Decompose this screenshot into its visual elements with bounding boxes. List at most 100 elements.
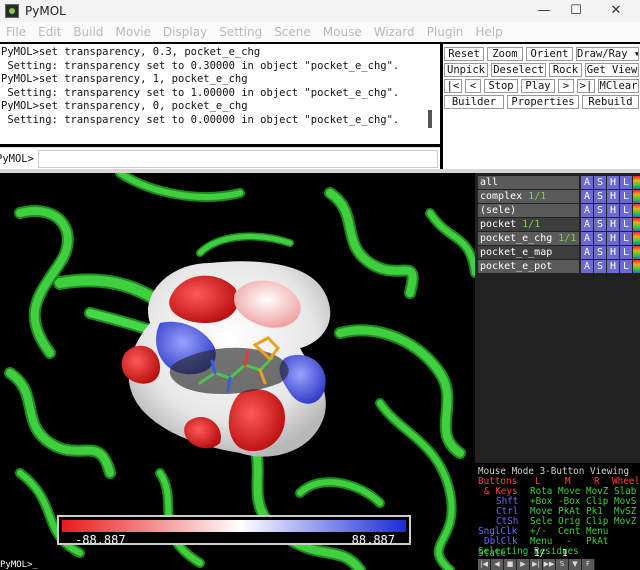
fullscreen-button[interactable]: F: [582, 559, 595, 570]
get-view-button[interactable]: Get View: [585, 63, 639, 77]
object-show-button[interactable]: S: [594, 176, 606, 189]
menu-build[interactable]: Build: [73, 25, 103, 39]
mouse-mode-panel[interactable]: Mouse Mode 3-Button Viewing Buttons L M R Wh…: [475, 463, 640, 559]
object-name[interactable]: pocket_e_chg 1/1: [478, 232, 579, 245]
end-button[interactable]: >|: [577, 79, 595, 93]
object-name[interactable]: pocket 1/1: [478, 218, 579, 231]
object-show-button[interactable]: S: [594, 204, 606, 217]
object-show-button[interactable]: S: [594, 246, 606, 259]
stop-button[interactable]: Stop: [484, 79, 518, 93]
object-color-button[interactable]: [633, 218, 640, 231]
menu-wizard[interactable]: Wizard: [374, 25, 415, 39]
object-action-button[interactable]: A: [581, 232, 593, 245]
menu-scene[interactable]: Scene: [274, 25, 311, 39]
object-color-button[interactable]: [633, 232, 640, 245]
last-frame-button[interactable]: ▶|: [530, 559, 543, 570]
window-title: PyMOL: [25, 4, 66, 18]
rebuild-button[interactable]: Rebuild: [582, 95, 639, 109]
object-label-button[interactable]: L: [620, 260, 632, 273]
menu-plugin[interactable]: Plugin: [427, 25, 464, 39]
dropdown-icon[interactable]: ▼: [569, 559, 582, 570]
mclear-button[interactable]: MClear: [598, 79, 639, 93]
menu-help[interactable]: Help: [475, 25, 502, 39]
menu-setting[interactable]: Setting: [219, 25, 262, 39]
rock-button[interactable]: Rock: [549, 63, 582, 77]
object-row-pocket-e-chg[interactable]: pocket_e_chg 1/1 A S H L: [478, 232, 640, 245]
object-show-button[interactable]: S: [594, 232, 606, 245]
pymol-app-icon: [5, 4, 19, 18]
orient-button[interactable]: Orient: [526, 47, 573, 61]
protein-scene[interactable]: [0, 173, 475, 570]
minimize-button[interactable]: —: [526, 0, 562, 22]
object-hide-button[interactable]: H: [607, 218, 619, 231]
object-label-button[interactable]: L: [620, 232, 632, 245]
object-name[interactable]: complex 1/1: [478, 190, 579, 203]
prev-frame-button[interactable]: ◀: [491, 559, 504, 570]
object-color-button[interactable]: [633, 246, 640, 259]
object-hide-button[interactable]: H: [607, 204, 619, 217]
object-color-button[interactable]: [633, 190, 640, 203]
command-line: PyMOL>: [0, 147, 440, 169]
object-color-button[interactable]: [633, 176, 640, 189]
object-label-button[interactable]: L: [620, 246, 632, 259]
stop-movie-button[interactable]: ■: [504, 559, 517, 570]
object-row-pocket[interactable]: pocket 1/1 A S H L: [478, 218, 640, 231]
object-label-button[interactable]: L: [620, 204, 632, 217]
object-color-button[interactable]: [633, 204, 640, 217]
builder-button[interactable]: Builder: [444, 95, 504, 109]
object-row-pocket-e-pot[interactable]: pocket_e_pot A S H L: [478, 260, 640, 273]
object-color-button[interactable]: [633, 260, 640, 273]
object-hide-button[interactable]: H: [607, 190, 619, 203]
object-action-button[interactable]: A: [581, 218, 593, 231]
menu-movie[interactable]: Movie: [115, 25, 151, 39]
object-row-all[interactable]: all A S H L: [478, 176, 640, 189]
fast-forward-button[interactable]: ▶▶: [543, 559, 556, 570]
object-action-button[interactable]: A: [581, 246, 593, 259]
object-name[interactable]: all: [478, 176, 579, 189]
scene-button[interactable]: S: [556, 559, 569, 570]
molecular-viewport[interactable]: [0, 173, 475, 570]
object-row-pocket-e-map[interactable]: pocket_e_map A S H L: [478, 246, 640, 259]
color-swatch-icon: [633, 260, 640, 273]
object-name[interactable]: pocket_e_pot: [478, 260, 579, 273]
object-hide-button[interactable]: H: [607, 232, 619, 245]
object-row-sele[interactable]: (sele) A S H L: [478, 204, 640, 217]
object-row-complex[interactable]: complex 1/1 A S H L: [478, 190, 640, 203]
object-label-button[interactable]: L: [620, 218, 632, 231]
back-button[interactable]: <: [465, 79, 481, 93]
object-show-button[interactable]: S: [594, 260, 606, 273]
play-button[interactable]: Play: [521, 79, 555, 93]
first-frame-button[interactable]: |◀: [478, 559, 491, 570]
object-name[interactable]: (sele): [478, 204, 579, 217]
draw-ray-button[interactable]: Draw/Ray ▾: [576, 47, 639, 61]
object-action-button[interactable]: A: [581, 260, 593, 273]
zoom-button[interactable]: Zoom: [487, 47, 523, 61]
forward-button[interactable]: >: [558, 79, 574, 93]
menu-display[interactable]: Display: [163, 25, 207, 39]
maximize-button[interactable]: ☐: [558, 0, 594, 22]
object-label-button[interactable]: L: [620, 176, 632, 189]
console-line: Setting: transparency set to 1.00000 in …: [1, 86, 400, 99]
object-label-button[interactable]: L: [620, 190, 632, 203]
object-name[interactable]: pocket_e_map: [478, 246, 579, 259]
object-action-button[interactable]: A: [581, 176, 593, 189]
reset-button[interactable]: Reset: [444, 47, 484, 61]
deselect-button[interactable]: Deselect: [491, 63, 546, 77]
object-show-button[interactable]: S: [594, 190, 606, 203]
menu-mouse[interactable]: Mouse: [323, 25, 362, 39]
play-movie-button[interactable]: ▶: [517, 559, 530, 570]
object-hide-button[interactable]: H: [607, 260, 619, 273]
menu-edit[interactable]: Edit: [38, 25, 61, 39]
object-hide-button[interactable]: H: [607, 246, 619, 259]
object-action-button[interactable]: A: [581, 204, 593, 217]
unpick-button[interactable]: Unpick: [444, 63, 488, 77]
rewind-button[interactable]: |<: [444, 79, 462, 93]
command-input[interactable]: [37, 149, 438, 168]
object-action-button[interactable]: A: [581, 190, 593, 203]
properties-button[interactable]: Properties: [507, 95, 579, 109]
console-scrollbar[interactable]: [428, 110, 432, 128]
object-hide-button[interactable]: H: [607, 176, 619, 189]
object-show-button[interactable]: S: [594, 218, 606, 231]
menu-file[interactable]: File: [6, 25, 26, 39]
close-button[interactable]: ✕: [598, 0, 634, 22]
